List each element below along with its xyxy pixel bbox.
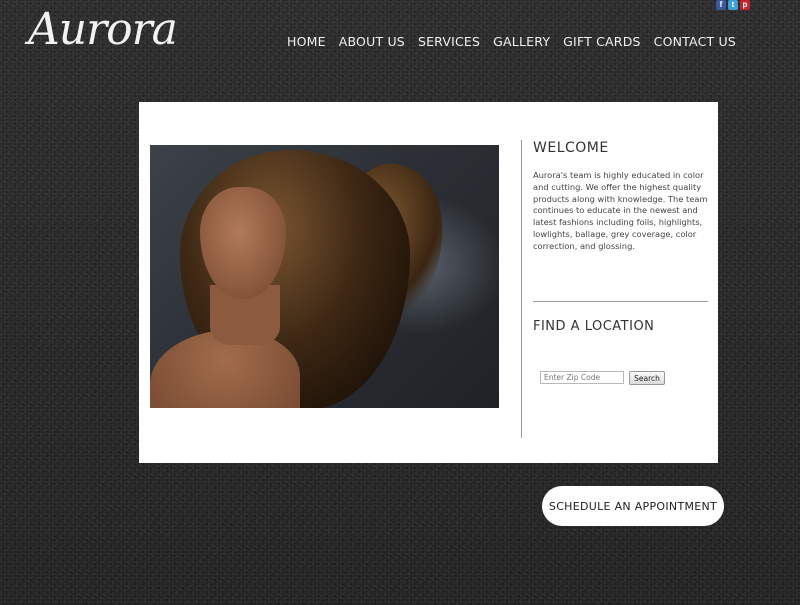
logo-text: Aurora [28, 4, 178, 55]
pinterest-icon[interactable]: p [740, 0, 750, 10]
horizontal-divider [533, 301, 708, 302]
twitter-icon[interactable]: t [728, 0, 738, 10]
nav-services[interactable]: SERVICES [418, 34, 480, 49]
nav-gallery[interactable]: GALLERY [493, 34, 550, 49]
social-links: f t p [716, 0, 750, 10]
nav-home[interactable]: HOME [287, 34, 326, 49]
nav-gift-cards[interactable]: GIFT CARDS [563, 34, 640, 49]
zip-code-input[interactable] [540, 371, 624, 384]
find-location-heading: FIND A LOCATION [533, 319, 655, 334]
nav-contact-us[interactable]: CONTACT US [654, 34, 736, 49]
nav-about-us[interactable]: ABOUT US [339, 34, 405, 49]
search-button[interactable]: Search [629, 371, 665, 385]
welcome-heading: WELCOME [533, 140, 609, 156]
facebook-icon[interactable]: f [716, 0, 726, 10]
logo[interactable]: Aurora [28, 8, 178, 52]
content-panel: WELCOME Aurora's team is highly educated… [139, 102, 718, 463]
hero-image [150, 145, 499, 408]
schedule-appointment-button[interactable]: SCHEDULE AN APPOINTMENT [542, 486, 724, 526]
vertical-divider [521, 140, 522, 438]
welcome-text: Aurora's team is highly educated in colo… [533, 170, 708, 251]
main-nav: HOME ABOUT US SERVICES GALLERY GIFT CARD… [287, 34, 736, 49]
